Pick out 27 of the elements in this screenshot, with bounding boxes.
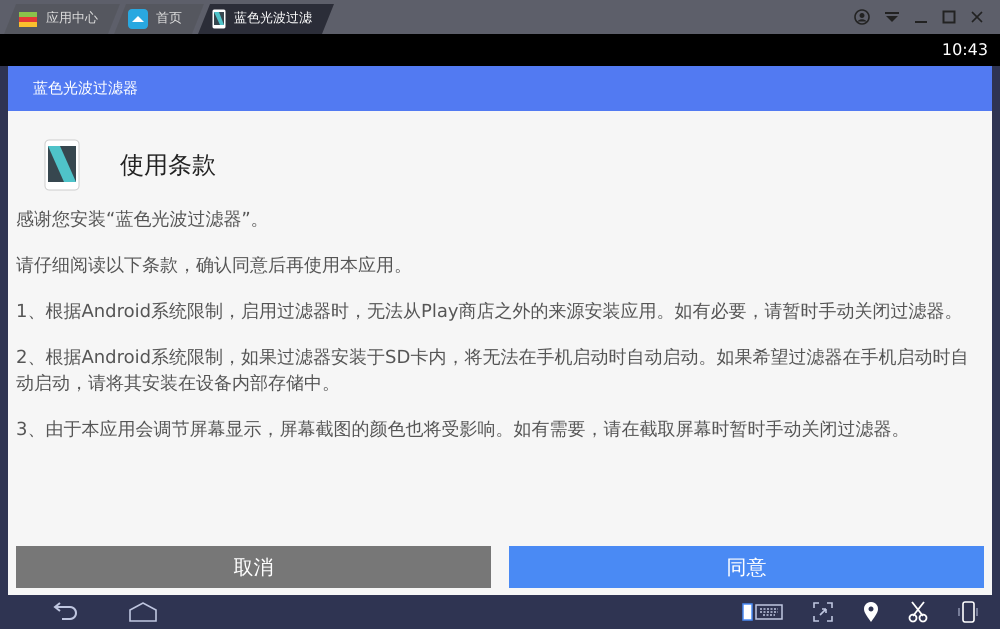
- phone-icon: [212, 9, 226, 29]
- scissors-icon[interactable]: [908, 601, 928, 623]
- dropdown-icon[interactable]: [884, 11, 900, 23]
- terms-paragraph: 1、根据Android系统限制，启用过滤器时，无法从Play商店之外的来源安装应用。如有必要，请暂时手动关闭过滤器。: [16, 300, 964, 324]
- terms-paragraph: 3、由于本应用会调节屏幕显示，屏幕截图的颜色也将受影响。如有需要，请在截取屏幕时暂时手动关闭过滤器。: [16, 418, 910, 442]
- tab[interactable]: 应用中心: [4, 4, 120, 34]
- rotate-phone-icon[interactable]: [956, 600, 980, 624]
- terms-paragraph: 请仔细阅读以下条款，确认同意后再使用本应用。: [16, 254, 413, 278]
- maximize-icon[interactable]: [942, 10, 956, 24]
- phone-icon: [44, 139, 80, 191]
- agree-button[interactable]: 同意: [509, 546, 984, 588]
- terms-paragraph: 2、根据Android系统限制，如果过滤器安装于SD卡内，将无法在手机启动时自动启动。如果希望过滤器在手机启动时自动启动，请将其安装在设备内部存储中。: [16, 346, 970, 396]
- books-icon: [18, 10, 38, 28]
- tab[interactable]: 蓝色光波过滤: [198, 4, 334, 34]
- keyboard-icon[interactable]: [742, 602, 784, 622]
- home-icon[interactable]: [128, 601, 158, 623]
- account-icon[interactable]: [854, 9, 870, 25]
- app-title: 蓝色光波过滤器: [33, 78, 138, 100]
- tab[interactable]: 首页: [114, 4, 204, 34]
- status-time: 10:43: [942, 39, 988, 61]
- dialog-title: 使用条款: [120, 150, 216, 181]
- terms-paragraph: 感谢您安装“蓝色光波过滤器”。: [16, 208, 270, 232]
- cancel-button[interactable]: 取消: [16, 546, 491, 588]
- fullscreen-icon[interactable]: [812, 601, 834, 623]
- close-icon[interactable]: [970, 10, 984, 24]
- home-screen-icon: [128, 9, 148, 29]
- location-icon[interactable]: [862, 601, 880, 623]
